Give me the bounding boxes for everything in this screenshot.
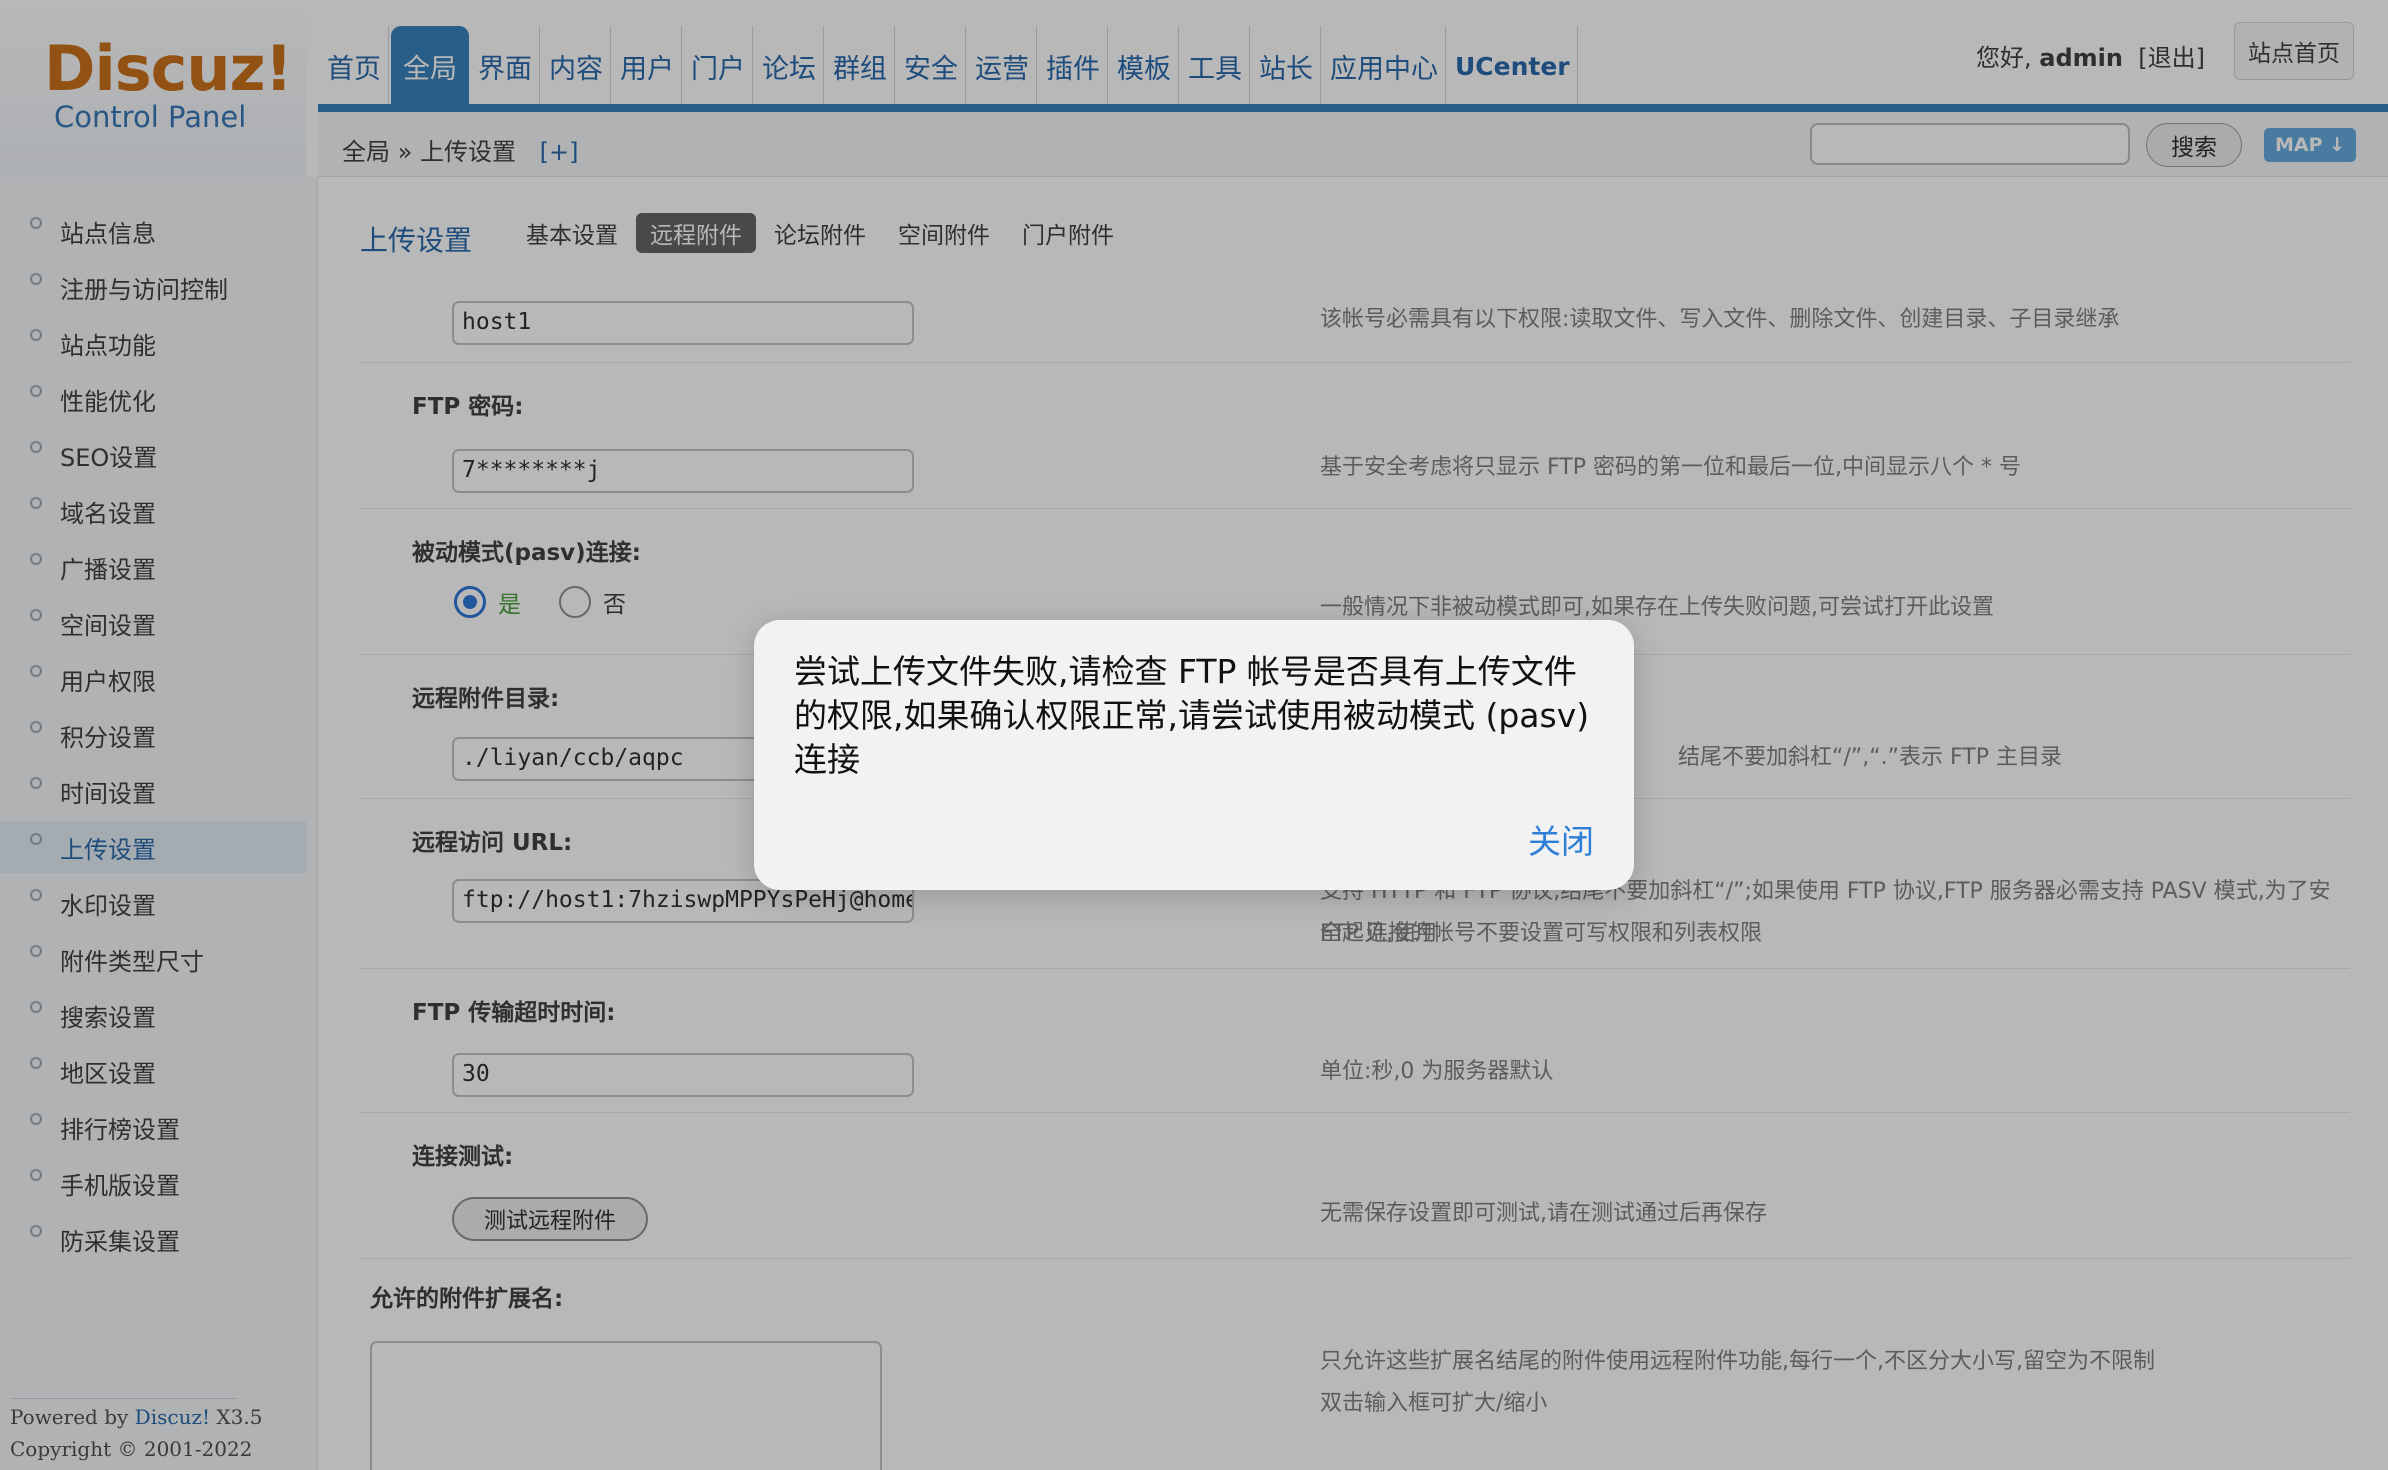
dialog-message: 尝试上传文件失败,请检查 FTP 帐号是否具有上传文件的权限,如果确认权限正常,…	[794, 652, 1590, 779]
alert-dialog: 尝试上传文件失败,请检查 FTP 帐号是否具有上传文件的权限,如果确认权限正常,…	[754, 620, 1634, 890]
dialog-close-button[interactable]: 关闭	[1528, 815, 1594, 863]
